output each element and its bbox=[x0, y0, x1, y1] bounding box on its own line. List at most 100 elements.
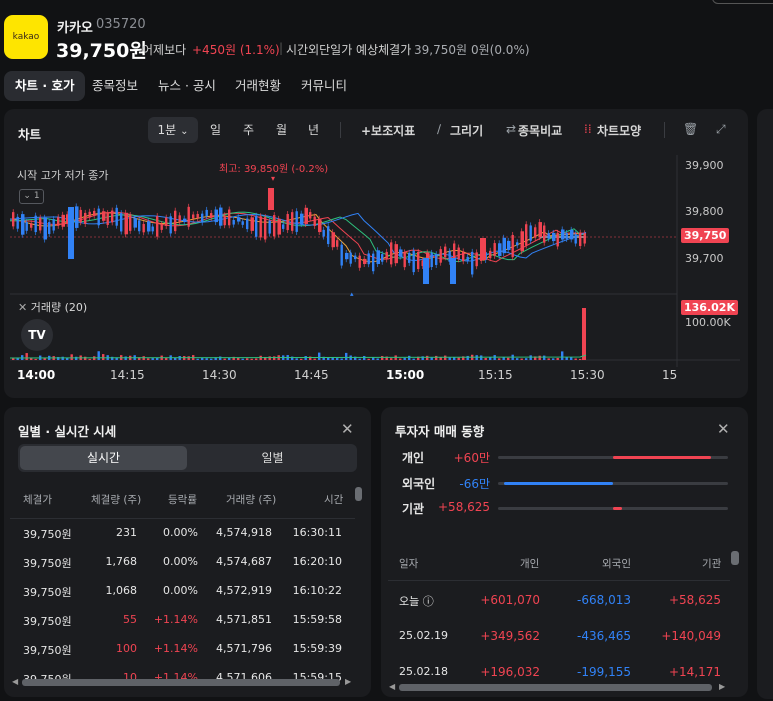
close-icon[interactable]: ✕ bbox=[18, 301, 27, 314]
period-selected-label: 1분 bbox=[157, 123, 177, 137]
time-tick: 15:00 bbox=[386, 368, 425, 382]
volume-bar bbox=[448, 357, 451, 360]
candle-body bbox=[39, 217, 42, 231]
candle-body bbox=[390, 242, 393, 265]
volume-legend: ✕ 거래량 (20) bbox=[18, 299, 87, 315]
period-year[interactable]: 년 bbox=[308, 117, 319, 143]
draw-button[interactable]: 그리기 bbox=[450, 122, 483, 139]
toolbar-divider bbox=[664, 122, 665, 138]
period-month[interactable]: 월 bbox=[276, 117, 287, 143]
candle-body bbox=[214, 209, 218, 223]
volume-bar bbox=[358, 358, 361, 360]
candle-body bbox=[376, 250, 380, 265]
volume-bar bbox=[219, 356, 222, 360]
candle-body bbox=[133, 218, 137, 228]
segment-realtime[interactable]: 실시간 bbox=[20, 446, 187, 470]
candle-body bbox=[210, 213, 213, 218]
candle-body bbox=[412, 250, 415, 273]
volume-legend-label: 거래량 (20) bbox=[30, 301, 88, 314]
vertical-scrollbar[interactable] bbox=[731, 551, 739, 565]
cell-rate: +1.14% bbox=[153, 642, 198, 655]
ohlc-legend: 시작 고가 저가 종가 bbox=[14, 166, 112, 184]
column-header: 거래량 (주) bbox=[226, 494, 277, 506]
legend-collapse-button[interactable]: ⌄ 1 bbox=[19, 189, 44, 204]
candle-body bbox=[169, 216, 172, 234]
cell-institution: +58,625 bbox=[668, 593, 721, 607]
horizontal-scrollbar[interactable] bbox=[22, 679, 340, 686]
stock-code: 035720 bbox=[96, 17, 146, 32]
cell-volume: 4,574,687 bbox=[216, 555, 272, 568]
volume-bar bbox=[552, 358, 555, 360]
after-hours-label: 시간외단일가 예상체결가 bbox=[286, 43, 412, 57]
candle-body bbox=[151, 226, 154, 232]
tab-community[interactable]: 커뮤니티 bbox=[290, 71, 358, 101]
horizontal-scrollbar[interactable] bbox=[399, 684, 712, 691]
candle-body bbox=[423, 258, 429, 284]
volume-bar bbox=[372, 357, 375, 360]
volume-bar bbox=[345, 352, 348, 360]
header-divider: | bbox=[279, 41, 284, 55]
candle-body bbox=[21, 214, 25, 235]
candle-body bbox=[417, 251, 420, 270]
candle-body bbox=[547, 233, 550, 239]
candle-body bbox=[327, 226, 330, 245]
volume-bar bbox=[582, 308, 586, 360]
period-minute-select[interactable]: 1분 ⌄ bbox=[148, 117, 198, 143]
vertical-scrollbar[interactable] bbox=[355, 487, 362, 501]
candle-body bbox=[511, 234, 514, 258]
candle-body bbox=[115, 207, 118, 226]
investor-net-value: -66만 bbox=[459, 477, 490, 491]
cell-volume: 4,571,851 bbox=[216, 613, 272, 626]
volume-bar bbox=[484, 357, 487, 360]
segment-daily[interactable]: 일별 bbox=[190, 446, 355, 470]
candle-body bbox=[192, 214, 195, 219]
tab-trading-status[interactable]: 거래현황 bbox=[224, 71, 292, 101]
price-chart[interactable]: ▾▴ bbox=[10, 155, 740, 367]
period-day[interactable]: 일 bbox=[210, 117, 221, 143]
volume-bar bbox=[529, 355, 532, 360]
volume-bar bbox=[246, 358, 249, 360]
volume-bar bbox=[538, 355, 541, 360]
scroll-left-icon[interactable]: ◀ bbox=[389, 682, 395, 691]
volume-bar bbox=[480, 355, 483, 360]
candle-body bbox=[543, 225, 546, 243]
candle-body bbox=[498, 243, 502, 257]
indicator-button[interactable]: +보조지표 bbox=[361, 122, 415, 139]
candle-body bbox=[525, 224, 528, 246]
chevron-down-icon: ⌄ bbox=[180, 126, 189, 137]
top-right-button[interactable] bbox=[712, 0, 773, 4]
scroll-left-icon[interactable]: ◀ bbox=[12, 677, 18, 686]
close-icon[interactable]: ✕ bbox=[341, 420, 354, 438]
volume-bar bbox=[241, 358, 244, 360]
candle-body bbox=[268, 220, 271, 234]
expand-icon[interactable]: ⤢ bbox=[716, 122, 726, 137]
investor-net-value: +58,625 bbox=[438, 500, 491, 514]
volume-bar bbox=[228, 357, 231, 360]
trash-icon[interactable]: 🗑 bbox=[683, 122, 698, 136]
volume-bar bbox=[453, 357, 456, 360]
period-week[interactable]: 주 bbox=[243, 117, 254, 143]
tradingview-logo: TV bbox=[21, 319, 53, 351]
chart-style-button[interactable]: 차트모양 bbox=[597, 122, 641, 139]
scroll-right-icon[interactable]: ▶ bbox=[719, 682, 725, 691]
candle-body bbox=[25, 222, 28, 231]
tab-chart-orderbook[interactable]: 차트 · 호가 bbox=[4, 71, 86, 101]
candle-body bbox=[534, 227, 537, 238]
cell-date: 25.02.18 bbox=[399, 665, 448, 678]
compare-value: +450원 (1.1%) bbox=[192, 43, 280, 57]
price-tick: 39,700 bbox=[685, 252, 724, 265]
candle-body bbox=[250, 217, 254, 231]
close-icon[interactable]: ✕ bbox=[717, 420, 730, 438]
info-icon[interactable]: ⓘ bbox=[419, 595, 434, 608]
compare-button[interactable]: 종목비교 bbox=[518, 122, 562, 139]
cell-rate: 0.00% bbox=[163, 526, 198, 539]
tab-news[interactable]: 뉴스 · 공시 bbox=[147, 71, 227, 101]
candle-body bbox=[450, 258, 456, 284]
volume-bar bbox=[318, 352, 321, 360]
current-price-tag: 39,750 bbox=[681, 228, 730, 243]
candle-body bbox=[313, 216, 316, 226]
volume-bar bbox=[255, 358, 258, 360]
candle-body bbox=[183, 218, 187, 223]
tab-stock-info[interactable]: 종목정보 bbox=[81, 71, 149, 101]
scroll-right-icon[interactable]: ▶ bbox=[345, 677, 351, 686]
